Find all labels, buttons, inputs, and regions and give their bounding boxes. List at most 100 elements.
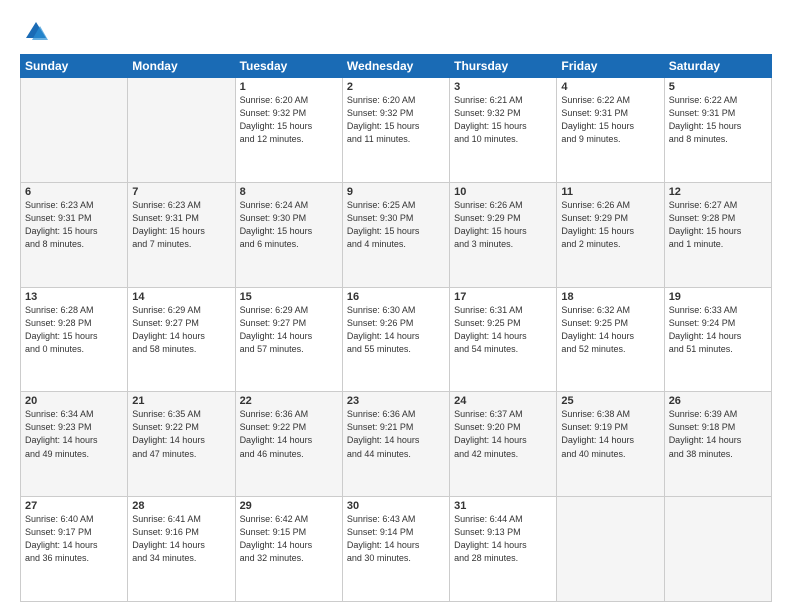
calendar-cell: 7Sunrise: 6:23 AM Sunset: 9:31 PM Daylig… [128,182,235,287]
day-info: Sunrise: 6:20 AM Sunset: 9:32 PM Dayligh… [347,94,445,146]
day-number: 12 [669,186,767,198]
day-info: Sunrise: 6:41 AM Sunset: 9:16 PM Dayligh… [132,513,230,565]
calendar-cell: 5Sunrise: 6:22 AM Sunset: 9:31 PM Daylig… [664,78,771,183]
calendar-cell: 26Sunrise: 6:39 AM Sunset: 9:18 PM Dayli… [664,392,771,497]
day-number: 6 [25,186,123,198]
calendar-cell: 4Sunrise: 6:22 AM Sunset: 9:31 PM Daylig… [557,78,664,183]
day-number: 20 [25,395,123,407]
calendar-cell: 19Sunrise: 6:33 AM Sunset: 9:24 PM Dayli… [664,287,771,392]
calendar-cell [21,78,128,183]
calendar-cell: 30Sunrise: 6:43 AM Sunset: 9:14 PM Dayli… [342,497,449,602]
day-info: Sunrise: 6:25 AM Sunset: 9:30 PM Dayligh… [347,199,445,251]
day-number: 4 [561,81,659,93]
weekday-header-tuesday: Tuesday [235,55,342,78]
day-number: 8 [240,186,338,198]
day-info: Sunrise: 6:22 AM Sunset: 9:31 PM Dayligh… [669,94,767,146]
day-number: 14 [132,291,230,303]
day-number: 7 [132,186,230,198]
week-row-2: 6Sunrise: 6:23 AM Sunset: 9:31 PM Daylig… [21,182,772,287]
calendar-cell: 12Sunrise: 6:27 AM Sunset: 9:28 PM Dayli… [664,182,771,287]
calendar-table: SundayMondayTuesdayWednesdayThursdayFrid… [20,54,772,602]
day-number: 22 [240,395,338,407]
day-info: Sunrise: 6:29 AM Sunset: 9:27 PM Dayligh… [132,304,230,356]
day-number: 17 [454,291,552,303]
day-number: 10 [454,186,552,198]
weekday-header-row: SundayMondayTuesdayWednesdayThursdayFrid… [21,55,772,78]
day-number: 11 [561,186,659,198]
day-info: Sunrise: 6:24 AM Sunset: 9:30 PM Dayligh… [240,199,338,251]
calendar-cell: 17Sunrise: 6:31 AM Sunset: 9:25 PM Dayli… [450,287,557,392]
day-info: Sunrise: 6:30 AM Sunset: 9:26 PM Dayligh… [347,304,445,356]
calendar-cell: 3Sunrise: 6:21 AM Sunset: 9:32 PM Daylig… [450,78,557,183]
calendar-cell: 25Sunrise: 6:38 AM Sunset: 9:19 PM Dayli… [557,392,664,497]
day-number: 23 [347,395,445,407]
day-info: Sunrise: 6:21 AM Sunset: 9:32 PM Dayligh… [454,94,552,146]
calendar-cell: 22Sunrise: 6:36 AM Sunset: 9:22 PM Dayli… [235,392,342,497]
day-info: Sunrise: 6:20 AM Sunset: 9:32 PM Dayligh… [240,94,338,146]
day-number: 24 [454,395,552,407]
calendar-cell [557,497,664,602]
day-info: Sunrise: 6:40 AM Sunset: 9:17 PM Dayligh… [25,513,123,565]
calendar-cell [664,497,771,602]
calendar-cell: 31Sunrise: 6:44 AM Sunset: 9:13 PM Dayli… [450,497,557,602]
logo-icon [20,18,48,46]
calendar-cell: 27Sunrise: 6:40 AM Sunset: 9:17 PM Dayli… [21,497,128,602]
weekday-header-sunday: Sunday [21,55,128,78]
day-number: 27 [25,500,123,512]
day-info: Sunrise: 6:23 AM Sunset: 9:31 PM Dayligh… [25,199,123,251]
day-info: Sunrise: 6:42 AM Sunset: 9:15 PM Dayligh… [240,513,338,565]
calendar-cell: 20Sunrise: 6:34 AM Sunset: 9:23 PM Dayli… [21,392,128,497]
day-info: Sunrise: 6:38 AM Sunset: 9:19 PM Dayligh… [561,408,659,460]
calendar-cell: 11Sunrise: 6:26 AM Sunset: 9:29 PM Dayli… [557,182,664,287]
day-info: Sunrise: 6:28 AM Sunset: 9:28 PM Dayligh… [25,304,123,356]
day-number: 21 [132,395,230,407]
day-number: 19 [669,291,767,303]
day-info: Sunrise: 6:44 AM Sunset: 9:13 PM Dayligh… [454,513,552,565]
day-number: 28 [132,500,230,512]
calendar-cell: 1Sunrise: 6:20 AM Sunset: 9:32 PM Daylig… [235,78,342,183]
day-info: Sunrise: 6:27 AM Sunset: 9:28 PM Dayligh… [669,199,767,251]
calendar-cell: 10Sunrise: 6:26 AM Sunset: 9:29 PM Dayli… [450,182,557,287]
day-info: Sunrise: 6:34 AM Sunset: 9:23 PM Dayligh… [25,408,123,460]
calendar-cell: 29Sunrise: 6:42 AM Sunset: 9:15 PM Dayli… [235,497,342,602]
day-info: Sunrise: 6:39 AM Sunset: 9:18 PM Dayligh… [669,408,767,460]
day-info: Sunrise: 6:32 AM Sunset: 9:25 PM Dayligh… [561,304,659,356]
day-info: Sunrise: 6:26 AM Sunset: 9:29 PM Dayligh… [454,199,552,251]
calendar-cell: 28Sunrise: 6:41 AM Sunset: 9:16 PM Dayli… [128,497,235,602]
calendar-cell: 23Sunrise: 6:36 AM Sunset: 9:21 PM Dayli… [342,392,449,497]
calendar-cell: 16Sunrise: 6:30 AM Sunset: 9:26 PM Dayli… [342,287,449,392]
week-row-1: 1Sunrise: 6:20 AM Sunset: 9:32 PM Daylig… [21,78,772,183]
weekday-header-wednesday: Wednesday [342,55,449,78]
day-number: 13 [25,291,123,303]
weekday-header-thursday: Thursday [450,55,557,78]
calendar-cell [128,78,235,183]
day-number: 29 [240,500,338,512]
day-number: 9 [347,186,445,198]
day-number: 30 [347,500,445,512]
header [20,18,772,46]
weekday-header-monday: Monday [128,55,235,78]
day-number: 15 [240,291,338,303]
day-number: 31 [454,500,552,512]
day-info: Sunrise: 6:31 AM Sunset: 9:25 PM Dayligh… [454,304,552,356]
day-info: Sunrise: 6:36 AM Sunset: 9:21 PM Dayligh… [347,408,445,460]
day-info: Sunrise: 6:36 AM Sunset: 9:22 PM Dayligh… [240,408,338,460]
day-number: 2 [347,81,445,93]
week-row-5: 27Sunrise: 6:40 AM Sunset: 9:17 PM Dayli… [21,497,772,602]
day-number: 26 [669,395,767,407]
calendar-cell: 14Sunrise: 6:29 AM Sunset: 9:27 PM Dayli… [128,287,235,392]
day-info: Sunrise: 6:35 AM Sunset: 9:22 PM Dayligh… [132,408,230,460]
day-info: Sunrise: 6:26 AM Sunset: 9:29 PM Dayligh… [561,199,659,251]
day-number: 18 [561,291,659,303]
day-info: Sunrise: 6:43 AM Sunset: 9:14 PM Dayligh… [347,513,445,565]
calendar-cell: 8Sunrise: 6:24 AM Sunset: 9:30 PM Daylig… [235,182,342,287]
day-info: Sunrise: 6:37 AM Sunset: 9:20 PM Dayligh… [454,408,552,460]
calendar-cell: 6Sunrise: 6:23 AM Sunset: 9:31 PM Daylig… [21,182,128,287]
day-number: 16 [347,291,445,303]
calendar-cell: 9Sunrise: 6:25 AM Sunset: 9:30 PM Daylig… [342,182,449,287]
day-info: Sunrise: 6:29 AM Sunset: 9:27 PM Dayligh… [240,304,338,356]
day-number: 1 [240,81,338,93]
calendar-cell: 13Sunrise: 6:28 AM Sunset: 9:28 PM Dayli… [21,287,128,392]
day-number: 3 [454,81,552,93]
day-info: Sunrise: 6:22 AM Sunset: 9:31 PM Dayligh… [561,94,659,146]
